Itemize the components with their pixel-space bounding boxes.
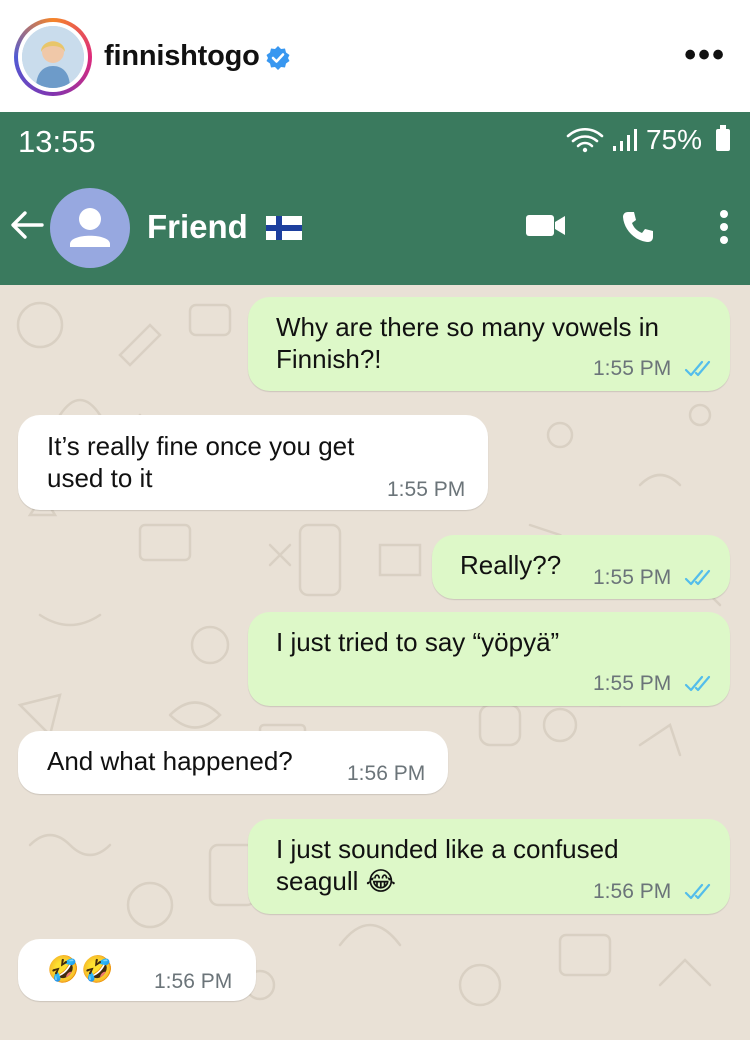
message-time: 1:55 PM	[593, 672, 672, 695]
message-time: 1:55 PM	[593, 357, 672, 380]
message-text: It’s really fine once you get used to it	[47, 431, 355, 493]
username[interactable]: finnishtogo	[104, 40, 260, 73]
contact-name[interactable]: Friend	[147, 208, 248, 246]
status-indicators: 75%	[566, 124, 730, 156]
more-options-button[interactable]: •••	[684, 38, 726, 72]
read-receipt-icon	[684, 675, 711, 692]
read-receipt-icon	[684, 360, 711, 377]
message-text: 🤣🤣	[47, 954, 116, 984]
message-incoming[interactable]: And what happened? 1:56 PM	[18, 731, 448, 794]
message-text: I just sounded like a confused seagull 😂	[276, 834, 619, 896]
message-outgoing[interactable]: Really?? 1:55 PM	[432, 535, 730, 599]
contact-avatar[interactable]	[50, 188, 130, 268]
read-receipt-icon	[684, 569, 711, 586]
battery-icon	[716, 125, 730, 151]
message-time: 1:56 PM	[593, 880, 672, 903]
voice-call-icon[interactable]	[620, 209, 656, 245]
chat-area[interactable]: Why are there so many vowels in Finnish?…	[0, 285, 750, 1040]
whatsapp-header: 13:55 75% Friend	[0, 112, 750, 285]
finland-flag-icon	[266, 216, 302, 240]
signal-icon	[612, 129, 637, 151]
message-text: Really??	[460, 550, 562, 580]
instagram-post-header: finnishtogo •••	[0, 0, 750, 112]
read-receipt-icon	[684, 883, 711, 900]
message-time: 1:55 PM	[593, 566, 672, 589]
wifi-icon	[566, 127, 604, 153]
verified-badge-icon	[266, 46, 290, 70]
message-incoming[interactable]: It’s really fine once you get used to it…	[18, 415, 488, 510]
video-call-icon[interactable]	[525, 210, 567, 240]
menu-kebab-icon[interactable]	[718, 208, 730, 246]
message-text: I just tried to say “yöpyä”	[276, 627, 560, 657]
message-outgoing[interactable]: I just sounded like a confused seagull 😂…	[248, 819, 730, 914]
message-time: 1:56 PM	[347, 762, 426, 785]
battery-percent: 75%	[645, 124, 702, 155]
message-incoming[interactable]: 🤣🤣 1:56 PM	[18, 939, 256, 1001]
back-arrow-icon[interactable]	[8, 208, 46, 242]
message-outgoing[interactable]: Why are there so many vowels in Finnish?…	[248, 297, 730, 391]
story-ring[interactable]	[14, 18, 92, 96]
status-time: 13:55	[18, 124, 96, 159]
message-time: 1:56 PM	[154, 970, 233, 993]
profile-avatar[interactable]	[22, 26, 84, 88]
message-outgoing[interactable]: I just tried to say “yöpyä” 1:55 PM	[248, 612, 730, 706]
message-text: And what happened?	[47, 746, 293, 776]
message-time: 1:55 PM	[387, 478, 466, 501]
